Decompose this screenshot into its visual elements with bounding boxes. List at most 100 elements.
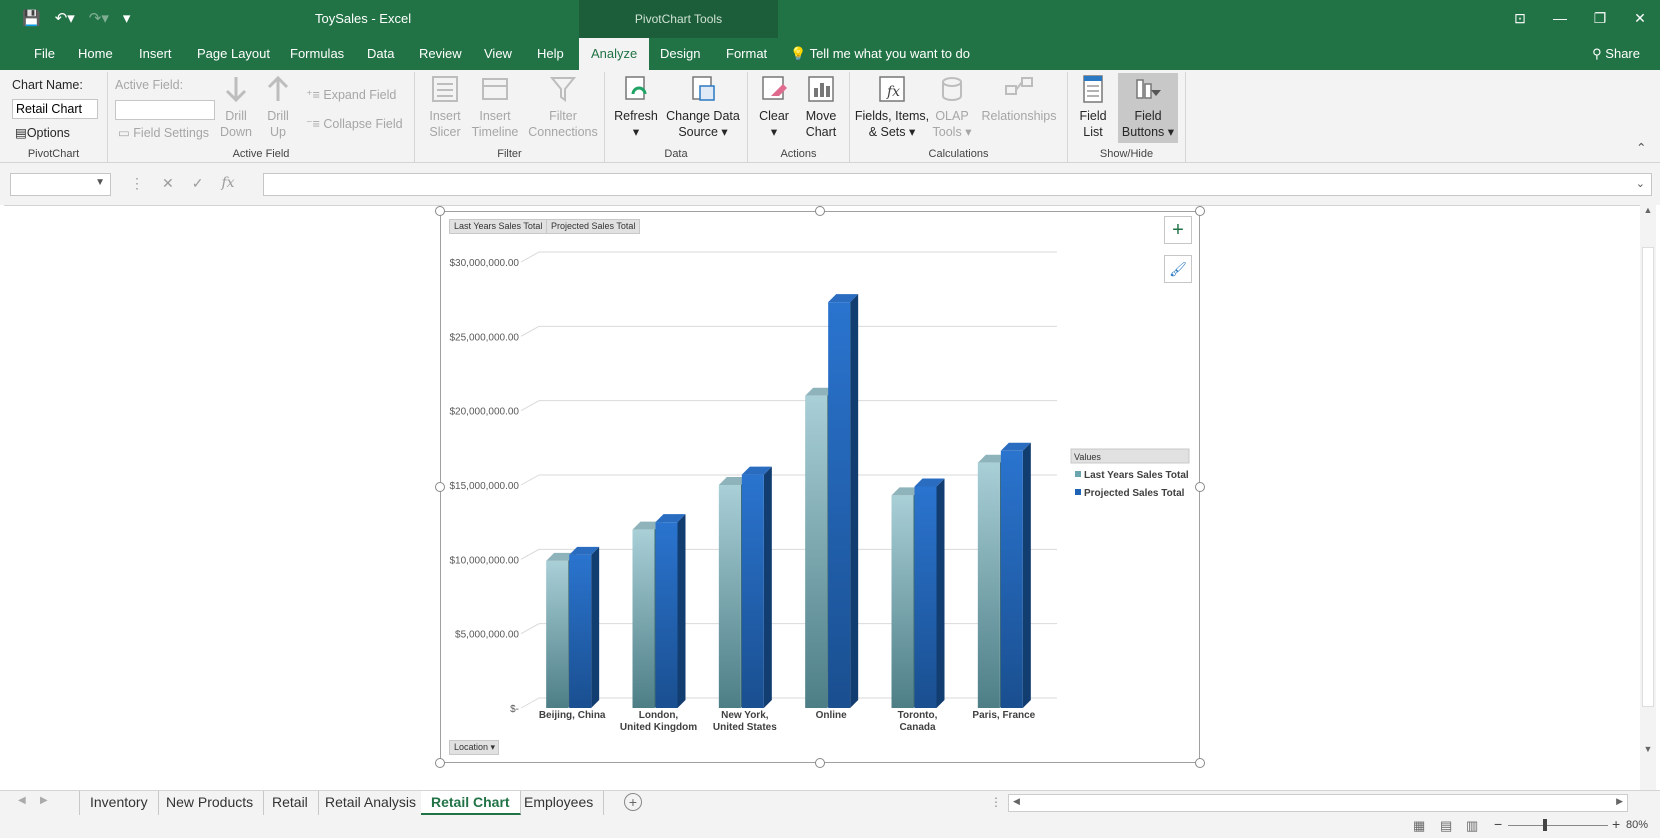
resize-handle[interactable] <box>1195 206 1205 216</box>
insert-function-icon[interactable]: fx <box>221 175 234 192</box>
tab-data[interactable]: Data <box>355 38 406 70</box>
insert-slicer-button[interactable]: Insert Slicer <box>423 74 467 140</box>
tab-review[interactable]: Review <box>407 38 474 70</box>
ribbon-display-icon[interactable]: ⊡ <box>1500 0 1540 38</box>
page-break-view-icon[interactable]: ▥ <box>1466 818 1478 834</box>
zoom-level[interactable]: 80% <box>1626 819 1648 831</box>
scroll-right-icon[interactable]: ▶ <box>40 795 48 806</box>
zoom-slider[interactable] <box>1508 825 1608 826</box>
zoom-slider-thumb[interactable] <box>1543 819 1547 831</box>
olap-tools-button[interactable]: OLAP Tools ▾ <box>932 74 972 140</box>
resize-handle[interactable] <box>435 482 445 492</box>
field-list-button[interactable]: Field List <box>1074 74 1112 140</box>
sheet-tab-inventory[interactable]: Inventory <box>79 791 159 815</box>
resize-handle[interactable] <box>815 206 825 216</box>
tab-analyze[interactable]: Analyze <box>579 38 650 70</box>
bar <box>1000 450 1023 708</box>
zoom-in-icon[interactable]: + <box>1612 816 1620 832</box>
bar-side <box>763 466 772 708</box>
relationships-icon <box>1005 77 1033 95</box>
scroll-up-icon[interactable]: ▲ <box>1640 205 1656 215</box>
save-icon[interactable]: 💾 <box>22 9 41 27</box>
resize-handle[interactable] <box>815 758 825 768</box>
filter-connections-button[interactable]: Filter Connections <box>523 74 603 140</box>
expand-field-button[interactable]: ⁺≡ Expand Field <box>306 87 396 102</box>
resize-handle[interactable] <box>1195 482 1205 492</box>
change-data-source-button[interactable]: Change Data Source ▾ <box>663 74 743 140</box>
tab-page-layout[interactable]: Page Layout <box>185 38 282 70</box>
group-active-field: Active Field: ▭ Field Settings Drill Down… <box>108 72 415 162</box>
undo-icon[interactable]: ↶▾ <box>55 9 75 27</box>
minimize-icon[interactable]: — <box>1540 0 1580 38</box>
close-icon[interactable]: ✕ <box>1620 0 1660 38</box>
page-layout-view-icon[interactable]: ▤ <box>1440 818 1452 834</box>
collapse-field-button[interactable]: ⁻≡ Collapse Field <box>306 116 403 131</box>
bar <box>828 302 851 708</box>
ribbon: Chart Name: ▤Options PivotChart Active F… <box>0 70 1660 163</box>
vertical-scroll-thumb[interactable] <box>1642 247 1654 707</box>
chart-name-input[interactable] <box>12 99 98 119</box>
chevron-down-icon[interactable]: ▼ <box>95 177 105 188</box>
tab-help[interactable]: Help <box>525 38 576 70</box>
customize-qat-icon[interactable]: ▾ <box>123 9 131 27</box>
insert-timeline-button[interactable]: Insert Timeline <box>467 74 523 140</box>
tab-insert[interactable]: Insert <box>127 38 184 70</box>
scroll-left-icon[interactable]: ◀ <box>18 795 26 806</box>
scroll-right-icon[interactable]: ▶ <box>1616 796 1623 807</box>
restore-icon[interactable]: ❐ <box>1580 0 1620 38</box>
status-bar: ▦ ▤ ▥ − + 80% <box>0 815 1660 838</box>
add-sheet-icon[interactable]: + <box>624 793 642 811</box>
chart-plot: $- $5,000,000.00 $10,000,000.00 $15,000,000… <box>449 251 1190 733</box>
expand-formula-icon[interactable]: ⌄ <box>1636 177 1645 190</box>
more-icon: ⋮ <box>990 795 1002 809</box>
tab-home[interactable]: Home <box>66 38 125 70</box>
fields-items-sets-button[interactable]: fx Fields, Items, & Sets ▾ <box>854 74 930 140</box>
resize-handle[interactable] <box>435 758 445 768</box>
vertical-scrollbar[interactable]: ▲ ▼ <box>1640 205 1656 790</box>
legend-title: Values <box>1074 452 1101 462</box>
pivot-chart[interactable]: Last Years Sales Total Projected Sales T… <box>440 211 1200 763</box>
sheet-tab-retail[interactable]: Retail <box>262 791 319 815</box>
scroll-down-icon[interactable]: ▼ <box>1640 744 1656 754</box>
resize-handle[interactable] <box>1195 758 1205 768</box>
filter-connections-icon <box>549 77 577 102</box>
drill-up-button[interactable]: Drill Up <box>258 74 298 140</box>
sheet-tab-new-products[interactable]: New Products <box>156 791 265 815</box>
drill-down-button[interactable]: Drill Down <box>216 74 256 140</box>
share-button[interactable]: ⚲ Share <box>1592 38 1640 70</box>
horizontal-scrollbar[interactable]: ◀ ▶ <box>1008 794 1628 812</box>
tab-formulas[interactable]: Formulas <box>278 38 356 70</box>
sheet-tab-retail-analysis[interactable]: Retail Analysis <box>315 791 428 815</box>
sheet-tab-retail-chart[interactable]: Retail Chart <box>421 791 521 815</box>
options-button[interactable]: ▤Options <box>15 125 70 140</box>
group-show-hide: Field List Field Buttons ▾ Show/Hide <box>1068 72 1186 162</box>
clear-button[interactable]: Clear ▾ <box>754 74 794 140</box>
field-list-icon <box>1083 75 1103 103</box>
zoom-out-icon[interactable]: − <box>1494 816 1502 832</box>
svg-text:fx: fx <box>886 84 900 100</box>
tell-me-box[interactable]: 💡 Tell me what you want to do <box>790 38 970 70</box>
bar-side <box>677 514 686 708</box>
tab-design[interactable]: Design <box>648 38 712 70</box>
move-chart-button[interactable]: Move Chart <box>798 74 844 140</box>
redo-icon[interactable]: ↷▾ <box>89 9 109 27</box>
scroll-left-icon[interactable]: ◀ <box>1013 796 1020 807</box>
formula-input[interactable]: ⌄ <box>263 173 1652 196</box>
sheet-tab-employees[interactable]: Employees <box>514 791 605 815</box>
bar <box>655 522 678 708</box>
tab-format[interactable]: Format <box>714 38 779 70</box>
tab-file[interactable]: File <box>22 38 67 70</box>
collapse-ribbon-icon[interactable]: ⌃ <box>1636 140 1646 155</box>
name-box[interactable]: ▼ <box>10 173 111 196</box>
relationships-button[interactable]: Relationships <box>974 74 1064 124</box>
normal-view-icon[interactable]: ▦ <box>1413 818 1425 834</box>
gridline-depth <box>520 400 540 412</box>
cancel-icon[interactable]: ✕ <box>162 175 174 192</box>
active-field-input[interactable] <box>115 100 215 120</box>
tab-view[interactable]: View <box>472 38 524 70</box>
resize-handle[interactable] <box>435 206 445 216</box>
enter-icon[interactable]: ✓ <box>192 175 204 192</box>
field-settings-button[interactable]: ▭ Field Settings <box>118 125 209 140</box>
x-tick-label: New York, <box>721 710 769 721</box>
refresh-button[interactable]: Refresh ▾ <box>611 74 661 140</box>
